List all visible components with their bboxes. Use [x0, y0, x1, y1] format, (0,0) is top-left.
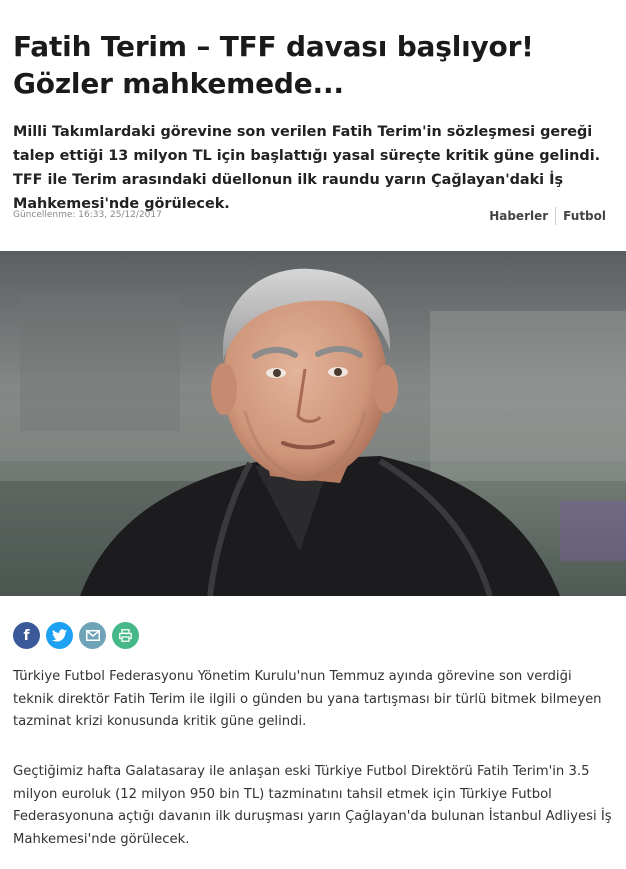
- print-button[interactable]: [112, 622, 139, 649]
- twitter-icon: [52, 629, 67, 642]
- share-buttons: f: [13, 622, 139, 649]
- facebook-icon: f: [23, 627, 30, 644]
- updated-timestamp: Güncellenme: 16:33, 25/12/2017: [13, 210, 162, 220]
- mail-share-button[interactable]: [79, 622, 106, 649]
- facebook-share-button[interactable]: f: [13, 622, 40, 649]
- twitter-share-button[interactable]: [46, 622, 73, 649]
- article-meta: Güncellenme: 16:33, 25/12/2017 Haberler …: [13, 205, 613, 229]
- article-paragraph: Geçtiğimiz hafta Galatasaray ile anlaşan…: [13, 764, 612, 847]
- category-link-futbol[interactable]: Futbol: [563, 209, 606, 223]
- category-divider: [555, 207, 557, 225]
- category-links: Haberler Futbol: [489, 207, 606, 225]
- article-lead: Milli Takımlardaki görevine son verilen …: [13, 124, 601, 212]
- mail-icon: [85, 630, 100, 641]
- article-paragraph: Türkiye Futbol Federasyonu Yönetim Kurul…: [13, 669, 602, 729]
- article-title: Fatih Terim – TFF davası başlıyor! Gözle…: [13, 30, 534, 100]
- article-photo: [0, 251, 626, 596]
- print-icon: [119, 629, 132, 642]
- category-link-haberler[interactable]: Haberler: [489, 209, 548, 223]
